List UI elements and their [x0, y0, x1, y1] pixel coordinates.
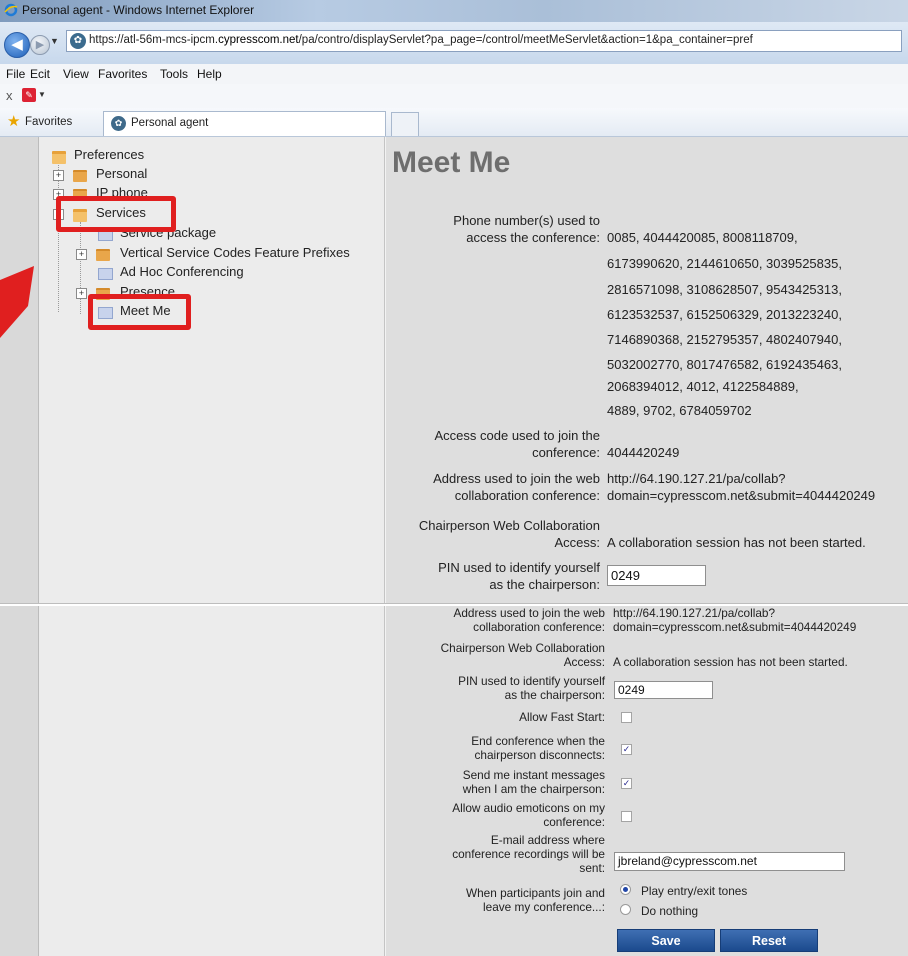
url-prefix: https://atl-56m-mcs-ipcm. — [89, 34, 219, 46]
phone-numbers-line: 7146890368, 2152795357, 4802407940, — [607, 332, 842, 347]
folder-icon — [96, 249, 110, 261]
phone-numbers-line: 6123532537, 6152506329, 2013223240, — [607, 307, 842, 322]
email-input[interactable]: jbreland@cypresscom.net — [614, 852, 845, 871]
url-domain: cypresscom.net — [218, 34, 299, 46]
menu-help[interactable]: Help — [197, 67, 222, 81]
chairperson-access-label: Chairperson Web Collaboration Access: — [418, 518, 600, 550]
fast-start-checkbox[interactable] — [621, 712, 632, 723]
menu-favorites[interactable]: Favorites — [98, 67, 147, 81]
meet-me-highlight-box — [88, 294, 191, 330]
web-address-label: Address used to join the web collaborati… — [433, 471, 600, 503]
red-arrow-icon — [0, 266, 34, 338]
web-address-line: http://64.190.127.21/pa/collab? — [613, 606, 776, 620]
email-recordings-label: E-mail address where conference recordin… — [452, 833, 605, 875]
site-favicon-icon: ✿ — [111, 116, 126, 131]
web-address-line: http://64.190.127.21/pa/collab? — [607, 471, 786, 486]
tree-label: Ad Hoc Conferencing — [120, 264, 244, 279]
phone-numbers-line: 5032002770, 8017476582, 6192435463, — [607, 357, 842, 372]
expand-icon[interactable]: + — [76, 249, 87, 260]
join-behavior-label: When participants join and leave my conf… — [465, 886, 605, 914]
end-conference-label: End conference when the chairperson disc… — [471, 734, 605, 762]
tree-label: Personal — [96, 166, 148, 181]
star-icon[interactable]: ★ — [7, 114, 20, 129]
folder-open-icon — [52, 151, 66, 164]
phone-numbers-line: 6173990620, 2144610650, 3039525835, — [607, 256, 842, 271]
tab-personal-agent[interactable]: ✿ Personal agent — [103, 111, 386, 136]
page-icon — [98, 268, 113, 280]
history-dropdown-icon[interactable]: ▼ — [50, 36, 59, 46]
phone-numbers-line: 0085, 4044420085, 8008118709, — [607, 230, 798, 245]
phone-numbers-line: 2068394012, 4012, 4122584889, — [607, 379, 799, 394]
services-highlight-box — [56, 196, 176, 232]
play-tones-label: Play entry/exit tones — [641, 884, 748, 898]
access-code-value: 4044420249 — [607, 445, 680, 460]
window-title: Personal agent - Windows Internet Explor… — [22, 3, 255, 17]
tree-label: Preferences — [74, 147, 145, 162]
favorites-bar: ★ Favorites ✿ Personal agent — [0, 108, 908, 137]
audio-emoticons-checkbox[interactable] — [621, 811, 632, 822]
chairperson-access-label: Chairperson Web Collaboration Access: — [440, 641, 605, 669]
phone-numbers-line: 2816571098, 3108628507, 9543425313, — [607, 282, 842, 297]
page-title: Meet Me — [392, 146, 511, 179]
web-address-line: domain=cypresscom.net&submit=4044420249 — [607, 488, 876, 503]
menu-tools[interactable]: Tools — [160, 67, 188, 81]
phone-numbers-line: 4889, 9702, 6784059702 — [607, 403, 752, 418]
pin-input[interactable]: 0249 — [614, 681, 713, 699]
menu-edit[interactable]: Ecit — [30, 67, 50, 81]
new-tab-button[interactable] — [391, 112, 419, 136]
url-path: /pa/contro/displayServlet?pa_page=/contr… — [298, 34, 753, 46]
command-bar: x ✎ ▼ — [0, 84, 908, 109]
access-code-label: Access code used to join the conference: — [434, 428, 601, 460]
web-address-line: domain=cypresscom.net&submit=4044420249 — [613, 620, 857, 634]
expand-icon[interactable]: + — [76, 288, 87, 299]
phone-numbers-label: Phone number(s) used to access the confe… — [453, 213, 600, 245]
address-bar[interactable]: ✿ https://atl-56m-mcs-ipcm.cypresscom.ne… — [66, 30, 902, 52]
back-button[interactable]: ◀ — [4, 32, 30, 58]
menu-view[interactable]: View — [63, 67, 89, 81]
tab-label: Personal agent — [131, 117, 209, 129]
pdf-icon[interactable]: ✎ — [22, 88, 36, 102]
url-text[interactable]: https://atl-56m-mcs-ipcm.cypresscom.net/… — [89, 34, 753, 46]
tree-guide-line — [80, 222, 81, 314]
navigation-bar: ◀ ▶ ▼ ✿ https://atl-56m-mcs-ipcm.cypress… — [0, 22, 908, 64]
chevron-down-icon[interactable]: ▼ — [38, 90, 46, 99]
fast-start-label: Allow Fast Start: — [519, 710, 605, 724]
pin-label: PIN used to identify yourself as the cha… — [458, 674, 605, 702]
web-address-label: Address used to join the web collaborati… — [453, 606, 606, 634]
reset-button[interactable]: Reset — [720, 929, 818, 952]
tree-label: Vertical Service Codes Feature Prefixes — [120, 245, 350, 260]
forward-button[interactable]: ▶ — [30, 35, 50, 55]
menu-file[interactable]: File — [6, 67, 25, 81]
favorites-button[interactable]: Favorites — [25, 116, 72, 128]
do-nothing-radio[interactable] — [620, 904, 631, 915]
left-margin-strip — [0, 137, 39, 956]
play-tones-radio[interactable] — [620, 884, 631, 895]
save-button[interactable]: Save — [617, 929, 715, 952]
pin-input[interactable]: 0249 — [607, 565, 706, 586]
tree-guide-line — [58, 162, 59, 312]
folder-icon — [73, 170, 87, 182]
audio-emoticons-label: Allow audio emoticons on my conference: — [452, 801, 605, 829]
close-icon[interactable]: x — [6, 88, 13, 103]
window-title-bar: Personal agent - Windows Internet Explor… — [0, 0, 908, 22]
chairperson-access-value: A collaboration session has not been sta… — [607, 535, 866, 550]
pin-label: PIN used to identify yourself as the cha… — [438, 560, 600, 592]
end-conference-checkbox[interactable]: ✓ — [621, 744, 632, 755]
site-favicon-icon: ✿ — [70, 33, 86, 49]
expand-icon[interactable]: + — [53, 170, 64, 181]
menu-bar: File Ecit View Favorites Tools Help — [0, 64, 908, 85]
do-nothing-label: Do nothing — [641, 904, 699, 918]
instant-messages-checkbox[interactable]: ✓ — [621, 778, 632, 789]
internet-explorer-icon — [4, 3, 18, 17]
chairperson-access-value: A collaboration session has not been sta… — [613, 655, 848, 669]
instant-messages-label: Send me instant messages when I am the c… — [462, 768, 605, 796]
